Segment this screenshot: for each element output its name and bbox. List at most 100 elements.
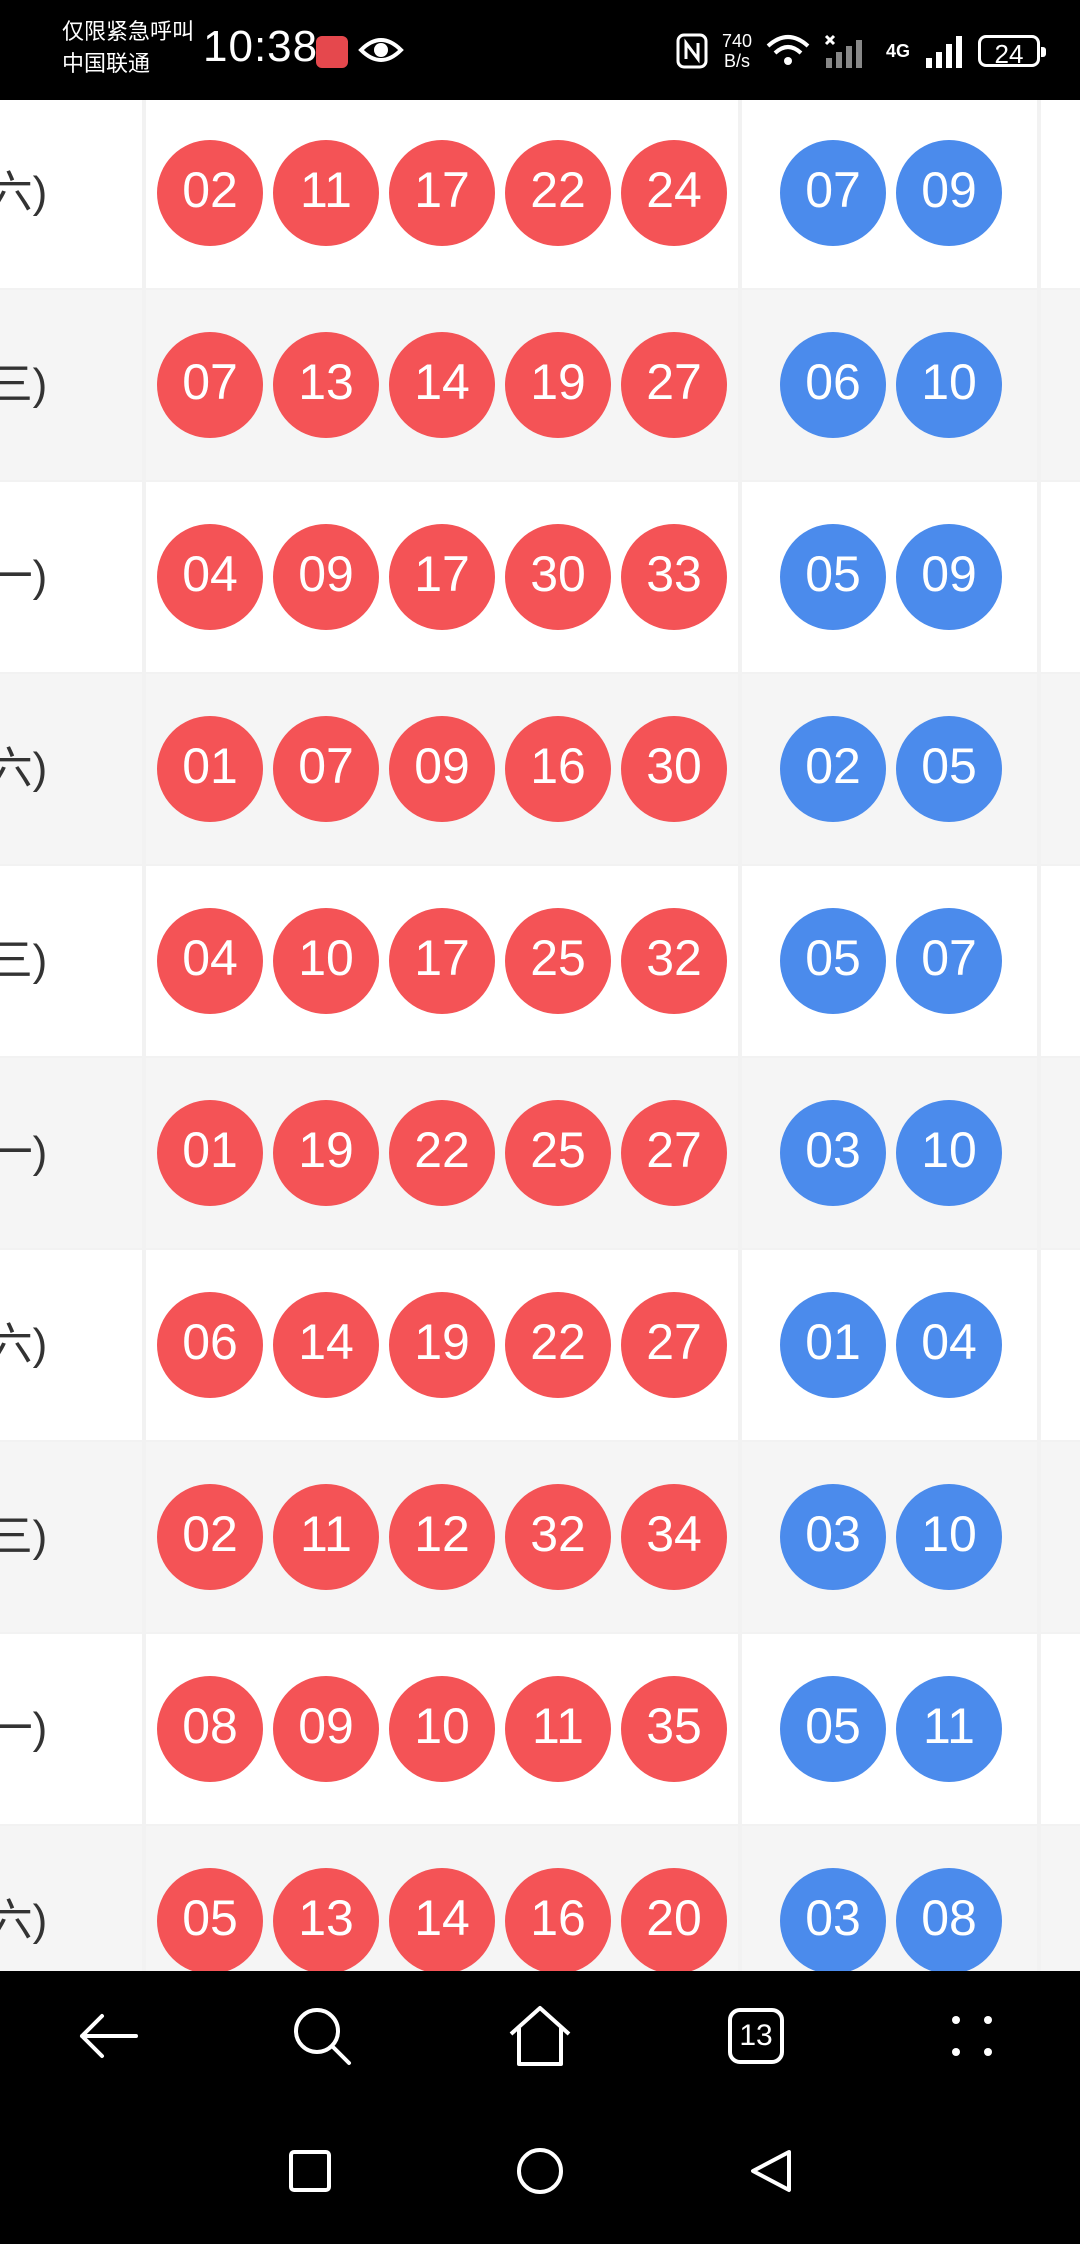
weekday-cell: (一) xyxy=(0,1634,142,1824)
red-ball: 08 xyxy=(157,1676,263,1782)
table-row[interactable]: (一)08091011350511 xyxy=(0,1634,1080,1824)
app-notification-icon xyxy=(316,36,348,68)
red-ball: 16 xyxy=(505,716,611,822)
home-circle-icon[interactable] xyxy=(500,2131,580,2211)
weekday-label: (一) xyxy=(0,552,48,601)
weekday-cell: (一) xyxy=(0,482,142,672)
back-arrow-icon[interactable] xyxy=(68,1996,148,2076)
weekday-cell: (六) xyxy=(0,674,142,864)
carrier-line-2: 中国联通 xyxy=(62,51,151,76)
table-row[interactable]: (六) 0513141620 0308 xyxy=(0,1826,1080,1971)
tabs-icon[interactable]: 13 xyxy=(716,1996,796,2076)
red-ball: 30 xyxy=(505,524,611,630)
blue-ball: 09 xyxy=(896,140,1002,246)
red-ball: 06 xyxy=(157,1292,263,1398)
table-row[interactable]: (六) 0211172224 0709 xyxy=(0,100,1080,288)
red-ball: 02 xyxy=(157,140,263,246)
weekday-label: (三) xyxy=(0,1512,48,1561)
home-icon[interactable] xyxy=(500,1996,580,2076)
blue-ball: 01 xyxy=(780,1292,886,1398)
draw-results-table[interactable]: (六)02111722240709(三)07131419270610(一)040… xyxy=(0,100,1080,1971)
red-ball: 10 xyxy=(389,1676,495,1782)
red-ball: 34 xyxy=(621,1484,727,1590)
blue-ball: 03 xyxy=(780,1100,886,1206)
red-ball: 22 xyxy=(389,1100,495,1206)
extra-cell xyxy=(1041,1442,1080,1632)
red-ball: 25 xyxy=(505,908,611,1014)
search-icon[interactable] xyxy=(282,1996,362,2076)
table-row[interactable]: (一)04091730330509 xyxy=(0,482,1080,672)
blue-ball: 10 xyxy=(896,1484,1002,1590)
red-ball: 09 xyxy=(389,716,495,822)
table-row[interactable]: (三) 0211123234 0310 xyxy=(0,1442,1080,1632)
table-row[interactable]: (一) 0119222527 0310 xyxy=(0,1058,1080,1248)
weekday-clip: (六) xyxy=(0,1826,142,1971)
tab-count: 13 xyxy=(728,2008,784,2064)
red-ball: 11 xyxy=(273,140,379,246)
wifi-icon xyxy=(766,34,810,68)
blue-ball: 06 xyxy=(780,332,886,438)
signal-icon xyxy=(824,34,872,68)
weekday-label: (六) xyxy=(0,1320,48,1369)
red-ball: 19 xyxy=(273,1100,379,1206)
blue-ball: 10 xyxy=(896,332,1002,438)
table-row[interactable]: (六) 0107091630 0205 xyxy=(0,674,1080,864)
red-ball: 09 xyxy=(273,1676,379,1782)
carrier-info: 仅限紧急呼叫 中国联通 xyxy=(62,16,194,80)
red-ball: 33 xyxy=(621,524,727,630)
red-ball: 10 xyxy=(273,908,379,1014)
weekday-label: (一) xyxy=(0,1128,48,1177)
extra-cell xyxy=(1041,866,1080,1056)
eye-icon xyxy=(358,32,404,73)
system-navigation-bar xyxy=(0,2101,1080,2244)
weekday-clip: (一) xyxy=(0,1634,142,1824)
back-triangle-icon[interactable] xyxy=(730,2131,810,2211)
blue-ball: 09 xyxy=(896,524,1002,630)
weekday-cell: (三) xyxy=(0,290,142,480)
red-ball: 30 xyxy=(621,716,727,822)
weekday-cell: (六) xyxy=(0,1826,142,1971)
blue-ball: 05 xyxy=(780,908,886,1014)
blue-ball: 05 xyxy=(780,524,886,630)
browser-toolbar: 13 xyxy=(0,1971,1080,2101)
blue-ball: 03 xyxy=(780,1484,886,1590)
status-icons: 740 B/s 4G 24 xyxy=(676,26,1046,76)
red-ball: 17 xyxy=(389,140,495,246)
red-ball: 01 xyxy=(157,716,263,822)
weekday-cell: (六) xyxy=(0,1250,142,1440)
red-ball: 14 xyxy=(389,332,495,438)
weekday-label: (六) xyxy=(0,744,48,793)
red-ball: 09 xyxy=(273,524,379,630)
table-row[interactable]: (三) 0410172532 0507 xyxy=(0,866,1080,1056)
weekday-label: (三) xyxy=(0,936,48,985)
red-ball: 32 xyxy=(621,908,727,1014)
menu-dots-icon[interactable] xyxy=(932,1996,1012,2076)
blue-ball: 10 xyxy=(896,1100,1002,1206)
battery-icon: 24 xyxy=(978,35,1046,69)
weekday-clip: (六) xyxy=(0,100,142,288)
nfc-icon xyxy=(676,33,708,69)
table-row[interactable]: (三) 0713141927 0610 xyxy=(0,290,1080,480)
red-ball: 07 xyxy=(157,332,263,438)
red-ball: 20 xyxy=(621,1868,727,1971)
weekday-cell: (一) xyxy=(0,1058,142,1248)
red-ball: 22 xyxy=(505,140,611,246)
extra-cell xyxy=(1041,1250,1080,1440)
carrier-line-1: 仅限紧急呼叫 xyxy=(62,19,195,44)
extra-cell xyxy=(1041,100,1080,288)
red-ball: 12 xyxy=(389,1484,495,1590)
blue-ball: 03 xyxy=(780,1868,886,1971)
table-row[interactable]: (六) 0614192227 0104 xyxy=(0,1250,1080,1440)
weekday-label: (六) xyxy=(0,168,48,217)
red-ball: 05 xyxy=(157,1868,263,1971)
weekday-clip: (一) xyxy=(0,1058,142,1248)
red-ball: 27 xyxy=(621,1292,727,1398)
recent-apps-icon[interactable] xyxy=(270,2131,350,2211)
red-ball: 17 xyxy=(389,908,495,1014)
weekday-label: (三) xyxy=(0,360,48,409)
red-ball: 27 xyxy=(621,1100,727,1206)
blue-ball: 11 xyxy=(896,1676,1002,1782)
red-ball: 24 xyxy=(621,140,727,246)
status-bar: 仅限紧急呼叫 中国联通 10:38 740 B/s 4G 24 xyxy=(0,0,1080,100)
red-ball: 27 xyxy=(621,332,727,438)
